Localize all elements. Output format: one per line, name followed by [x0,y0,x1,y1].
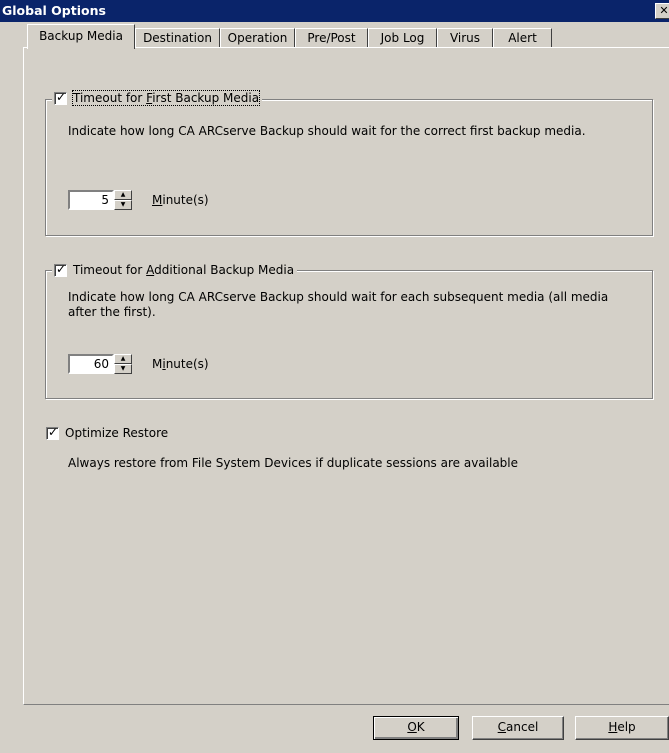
tab-pre-post[interactable]: Pre/Post [295,28,368,48]
tab-destination[interactable]: Destination [135,28,220,48]
tab-job-log[interactable]: Job Log [368,28,437,48]
tab-operation[interactable]: Operation [220,28,295,48]
tab-panel-backup-media [23,47,669,705]
tab-backup-media[interactable]: Backup Media [27,24,135,49]
tab-virus[interactable]: Virus [437,28,493,48]
tab-alert[interactable]: Alert [493,28,552,48]
help-button[interactable]: Help [575,716,669,740]
close-icon: ✕ [659,4,669,17]
title-bar: Global Options ✕ [0,0,669,22]
window-title: Global Options [2,3,106,18]
close-button[interactable]: ✕ [655,3,669,19]
cancel-button[interactable]: Cancel [472,716,564,740]
ok-button[interactable]: OK [373,716,459,740]
